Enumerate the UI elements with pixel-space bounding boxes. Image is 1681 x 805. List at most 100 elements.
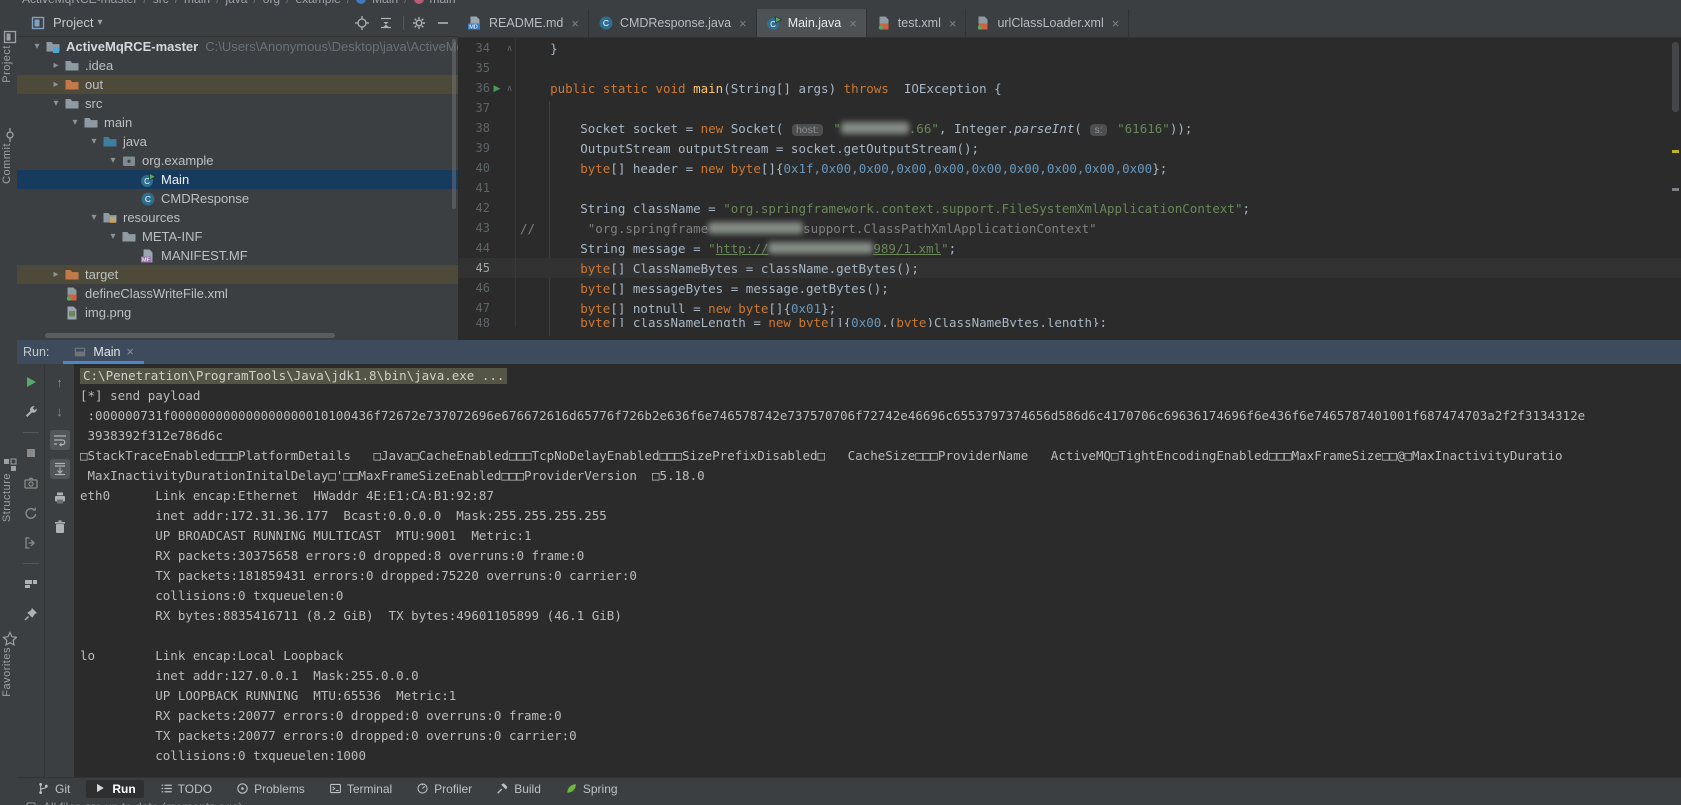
tree-item-main[interactable]: CMain	[17, 170, 458, 189]
tree-horizontal-scrollbar[interactable]	[45, 333, 335, 338]
close-icon[interactable]: ×	[849, 16, 857, 31]
tool-window-button-problems[interactable]: Problems	[228, 780, 313, 798]
tree-vertical-scrollbar[interactable]	[452, 39, 456, 209]
project-tool-icon[interactable]	[2, 29, 15, 42]
breadcrumb-item[interactable]: src	[153, 0, 169, 6]
tool-window-button-git[interactable]: Git	[29, 780, 78, 798]
fold-icon[interactable]: ∧	[504, 78, 516, 98]
line-number: 45	[458, 261, 490, 275]
camera-icon[interactable]	[21, 473, 41, 493]
breadcrumb-item[interactable]: ActiveMqRCE-master	[22, 0, 137, 6]
gear-icon[interactable]	[410, 14, 428, 32]
breadcrumb-item[interactable]: java	[225, 0, 247, 6]
close-icon[interactable]: ×	[949, 16, 957, 31]
run-line-icon[interactable]: ▶	[490, 83, 504, 94]
exit-icon[interactable]	[21, 533, 41, 553]
favorites-tool-icon[interactable]	[2, 631, 15, 644]
redacted-blur	[708, 222, 803, 234]
locate-icon[interactable]	[353, 14, 371, 32]
chevron-right-icon[interactable]: ▸	[48, 269, 64, 280]
run-tab-main[interactable]: Main ×	[63, 340, 143, 364]
tree-item-manifest-mf[interactable]: MFMANIFEST.MF	[17, 246, 458, 265]
chevron-down-icon[interactable]: ▾	[97, 17, 102, 28]
console-line: lo Link encap:Local Loopback	[80, 648, 1681, 668]
up-icon[interactable]: ↑	[50, 372, 70, 392]
tool-window-button-run[interactable]: Run	[86, 780, 143, 798]
chevron-down-icon[interactable]: ▾	[86, 212, 102, 223]
code-token: IOException {	[904, 81, 1002, 96]
code-token: main	[693, 81, 723, 96]
chevron-down-icon[interactable]: ▾	[105, 231, 121, 242]
tool-window-button-favorites[interactable]: Favorites	[1, 647, 13, 697]
tree-item-label: target	[85, 267, 118, 282]
rerun-icon[interactable]	[21, 372, 41, 392]
tree-item-meta-inf[interactable]: ▾META-INF	[17, 227, 458, 246]
tree-item-activemqrce-master[interactable]: ▾ActiveMqRCE-masterC:\Users\Anonymous\De…	[17, 37, 458, 56]
chevron-right-icon[interactable]: ▸	[48, 60, 64, 71]
console-line: [*] send payload	[80, 388, 1681, 408]
structure-tool-icon[interactable]	[2, 457, 15, 470]
down-icon[interactable]: ↓	[50, 401, 70, 421]
hide-panel-icon[interactable]	[434, 14, 452, 32]
code-line-40: 40 byte[] header = new byte[]{0x1f,0x00,…	[458, 158, 1681, 178]
breadcrumb-item[interactable]: example	[295, 0, 340, 6]
tab-cmdresponse-java[interactable]: CCMDResponse.java×	[589, 9, 757, 37]
run-console[interactable]: C:\Penetration\ProgramTools\Java\jdk1.8\…	[74, 364, 1681, 777]
scrollend-icon[interactable]	[50, 459, 70, 479]
tree-item--idea[interactable]: ▸.idea	[17, 56, 458, 75]
trash-icon[interactable]	[50, 517, 70, 537]
tree-item-target[interactable]: ▸ target	[17, 265, 458, 284]
printer-icon[interactable]	[50, 488, 70, 508]
tool-window-button-commit[interactable]: Commit	[1, 143, 13, 184]
chevron-down-icon[interactable]: ▾	[86, 136, 102, 147]
restart-icon[interactable]	[21, 503, 41, 523]
tree-item-main[interactable]: ▾main	[17, 113, 458, 132]
tool-window-button-terminal[interactable]: Terminal	[321, 780, 400, 798]
tab-urlclassloader-xml[interactable]: urlClassLoader.xml×	[966, 9, 1129, 37]
tool-window-button-build[interactable]: Build	[488, 780, 549, 798]
pin-icon[interactable]	[21, 604, 41, 624]
run-toolbar-left	[17, 364, 44, 777]
breadcrumb-item[interactable]: main	[184, 0, 210, 6]
layout-icon[interactable]	[21, 574, 41, 594]
breadcrumb-item[interactable]: org	[263, 0, 280, 6]
tool-window-button-todo[interactable]: TODO	[152, 780, 220, 798]
tree-item-src[interactable]: ▾src	[17, 94, 458, 113]
chevron-down-icon[interactable]: ▾	[67, 117, 83, 128]
tree-item-org-example[interactable]: ▾org.example	[17, 151, 458, 170]
tree-item-java[interactable]: ▾java	[17, 132, 458, 151]
chevron-down-icon[interactable]: ▾	[105, 155, 121, 166]
chevron-right-icon[interactable]: ▸	[48, 79, 64, 90]
breadcrumb-item[interactable]: Main	[372, 0, 398, 6]
stop-icon[interactable]	[21, 443, 41, 463]
tree-item-label: img.png	[85, 305, 131, 320]
collapse-all-icon[interactable]	[377, 14, 395, 32]
close-icon[interactable]: ×	[1112, 16, 1120, 31]
image-file-icon	[64, 305, 80, 321]
breadcrumb-item[interactable]: main	[430, 0, 456, 6]
tree-item-resources[interactable]: ▾resources	[17, 208, 458, 227]
softwrap-icon[interactable]	[50, 430, 70, 450]
close-icon[interactable]: ×	[127, 345, 134, 359]
tool-window-button-spring[interactable]: Spring	[557, 780, 626, 798]
tree-item-img-png[interactable]: img.png	[17, 303, 458, 322]
tool-window-button-structure[interactable]: Structure	[1, 473, 13, 522]
commit-tool-icon[interactable]	[2, 127, 15, 140]
chevron-down-icon[interactable]: ▾	[29, 41, 45, 52]
tab-test-xml[interactable]: test.xml×	[867, 9, 967, 37]
tree-item-defineclasswritefile-xml[interactable]: defineClassWriteFile.xml	[17, 284, 458, 303]
chevron-down-icon[interactable]: ▾	[48, 98, 64, 109]
tree-item-cmdresponse[interactable]: CCMDResponse	[17, 189, 458, 208]
wrench-icon[interactable]	[21, 402, 41, 422]
code-editor[interactable]: 34∧ }3536▶∧ public static void main(Stri…	[458, 38, 1681, 341]
tab-readme-md[interactable]: MDREADME.md×	[458, 9, 589, 37]
fold-icon[interactable]: ∧	[504, 38, 516, 58]
tab-main-java[interactable]: CMain.java×	[757, 9, 867, 37]
project-panel-title[interactable]: Project	[53, 15, 93, 30]
tool-window-button-project[interactable]: Project	[1, 45, 13, 83]
tree-item-out[interactable]: ▸out	[17, 75, 458, 94]
close-icon[interactable]: ×	[571, 16, 579, 31]
tool-window-button-profiler[interactable]: Profiler	[408, 780, 480, 798]
close-icon[interactable]: ×	[739, 16, 747, 31]
code-token	[520, 301, 580, 316]
